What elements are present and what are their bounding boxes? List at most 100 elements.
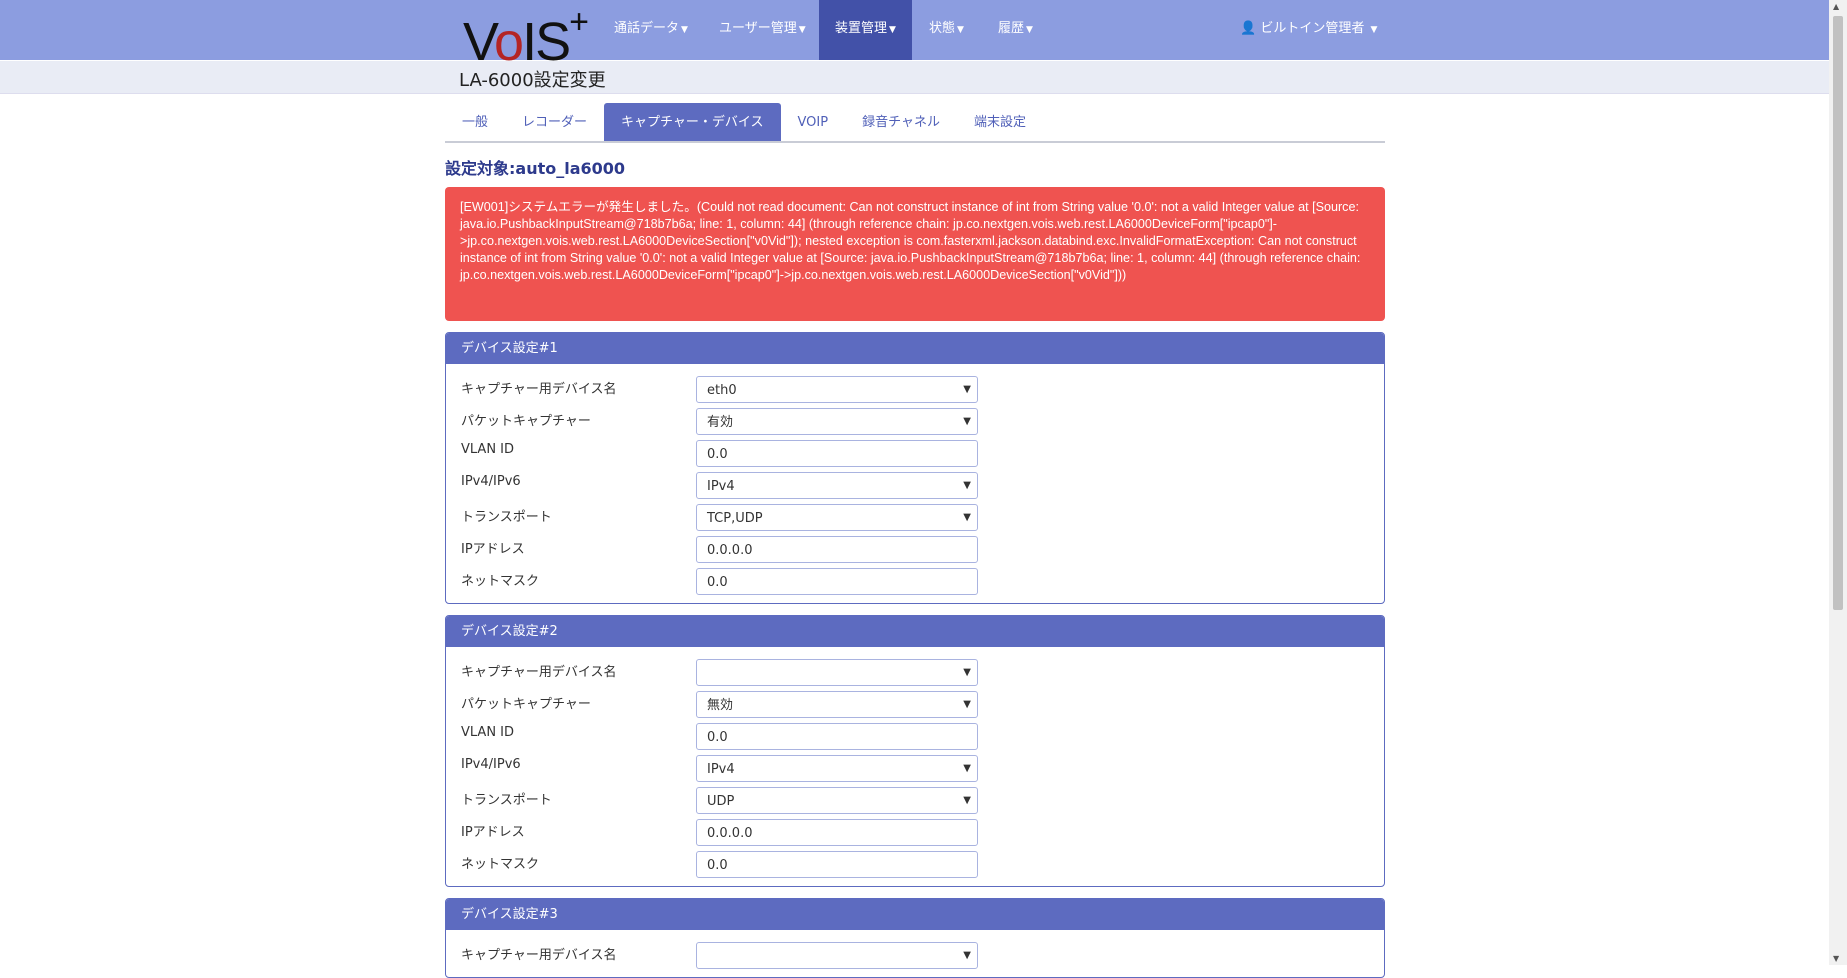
nav-status[interactable]: 状態 ▼: [915, 0, 978, 60]
field-label: IPv4/IPv6: [461, 474, 521, 489]
form-row: トランスポート UDP ▼: [446, 784, 1384, 816]
field-value: eth0: [707, 383, 737, 398]
field-input[interactable]: 0.0: [696, 568, 978, 595]
form-row: パケットキャプチャー 無効 ▼: [446, 688, 1384, 720]
field-input[interactable]: 0.0.0.0: [696, 819, 978, 846]
form-row: IPv4/IPv6 IPv4 ▼: [446, 469, 1384, 501]
dropdown-arrow-icon: ▼: [963, 512, 971, 523]
nav-label: 履歴: [998, 21, 1025, 36]
settings-tabs: 一般 レコーダー キャプチャー・デバイス VOIP 録音チャネル 端末設定: [445, 103, 1385, 143]
field-label: キャプチャー用デバイス名: [461, 665, 617, 680]
field-value: TCP,UDP: [707, 511, 763, 526]
field-label: ネットマスク: [461, 857, 540, 872]
form-row: IPアドレス 0.0.0.0: [446, 533, 1384, 565]
device-panels: デバイス設定#1 キャプチャー用デバイス名 eth0 ▼ パケットキャプチャー 有効 ▼ VL…: [445, 332, 1385, 978]
field-select[interactable]: TCP,UDP ▼: [696, 504, 978, 531]
form-row: VLAN ID 0.0: [446, 437, 1384, 469]
field-value: UDP: [707, 794, 735, 809]
field-label: IPv4/IPv6: [461, 757, 521, 772]
scrollbar-thumb[interactable]: [1833, 16, 1843, 610]
nav-label: 装置管理: [835, 21, 888, 36]
dropdown-arrow-icon: ▼: [963, 384, 971, 395]
user-icon: 👤: [1240, 21, 1257, 36]
dropdown-arrow-icon: ▼: [963, 795, 971, 806]
panel-title: デバイス設定#3: [446, 899, 1384, 930]
field-label: VLAN ID: [461, 725, 515, 740]
field-value: 0.0.0.0: [707, 543, 753, 558]
field-input[interactable]: 0.0: [696, 851, 978, 878]
device-settings-panel: デバイス設定#3 キャプチャー用デバイス名 ▼: [445, 898, 1385, 978]
field-value: 無効: [707, 698, 734, 713]
tab-5[interactable]: 端末設定: [957, 103, 1043, 141]
field-label: キャプチャー用デバイス名: [461, 382, 617, 397]
dropdown-arrow-icon: ▼: [963, 699, 971, 710]
nav-call-data[interactable]: 通話データ ▼: [600, 0, 702, 60]
caret-down-icon: ▼: [1370, 25, 1378, 35]
tab-4[interactable]: 録音チャネル: [845, 103, 957, 141]
error-alert: [EW001]システムエラーが発生しました。(Could not read do…: [445, 187, 1385, 321]
field-input[interactable]: 0.0: [696, 723, 978, 750]
field-input[interactable]: 0.0.0.0: [696, 536, 978, 563]
nav-user-management[interactable]: ユーザー管理 ▼: [705, 0, 820, 60]
scroll-down-icon[interactable]: ▼: [1833, 954, 1839, 963]
device-settings-panel: デバイス設定#1 キャプチャー用デバイス名 eth0 ▼ パケットキャプチャー 有効 ▼ VL…: [445, 332, 1385, 604]
field-label: IPアドレス: [461, 542, 525, 557]
main-content: 一般 レコーダー キャプチャー・デバイス VOIP 録音チャネル 端末設定 設定対象:au…: [445, 103, 1385, 978]
field-value: 0.0.0.0: [707, 826, 753, 841]
caret-down-icon: ▼: [889, 25, 896, 35]
form-row: トランスポート TCP,UDP ▼: [446, 501, 1384, 533]
tab-2[interactable]: キャプチャー・デバイス: [604, 103, 781, 141]
caret-down-icon: ▼: [957, 25, 964, 35]
nav-history[interactable]: 履歴 ▼: [984, 0, 1047, 60]
vertical-scrollbar[interactable]: ▲ ▼: [1829, 0, 1847, 965]
user-menu[interactable]: 👤 ビルトイン管理者 ▼: [1226, 0, 1391, 60]
form-row: キャプチャー用デバイス名 ▼: [446, 656, 1384, 688]
field-select[interactable]: 有効 ▼: [696, 408, 978, 435]
dropdown-arrow-icon: ▼: [963, 667, 971, 678]
field-label: IPアドレス: [461, 825, 525, 840]
form-row: キャプチャー用デバイス名 ▼: [446, 939, 1384, 971]
field-value: IPv4: [707, 762, 735, 777]
field-select[interactable]: UDP ▼: [696, 787, 978, 814]
field-label: トランスポート: [461, 510, 552, 525]
field-value: IPv4: [707, 479, 735, 494]
nav-label: 通話データ: [614, 21, 680, 36]
tab-1[interactable]: レコーダー: [505, 103, 604, 141]
field-select[interactable]: 無効 ▼: [696, 691, 978, 718]
dropdown-arrow-icon: ▼: [963, 480, 971, 491]
field-value: 0.0: [707, 730, 728, 745]
nav-label: 状態: [929, 21, 956, 36]
page-title: LA-6000設定変更: [459, 70, 606, 91]
dropdown-arrow-icon: ▼: [963, 950, 971, 961]
page-header: LA-6000設定変更: [0, 61, 1829, 94]
field-select[interactable]: ▼: [696, 659, 978, 686]
field-label: トランスポート: [461, 793, 552, 808]
dropdown-arrow-icon: ▼: [963, 763, 971, 774]
field-value: 0.0: [707, 447, 728, 462]
field-select[interactable]: eth0 ▼: [696, 376, 978, 403]
form-row: ネットマスク 0.0: [446, 565, 1384, 597]
form-row: IPv4/IPv6 IPv4 ▼: [446, 752, 1384, 784]
field-label: ネットマスク: [461, 574, 540, 589]
dropdown-arrow-icon: ▼: [963, 416, 971, 427]
field-value: 0.0: [707, 858, 728, 873]
form-row: VLAN ID 0.0: [446, 720, 1384, 752]
field-select[interactable]: IPv4 ▼: [696, 755, 978, 782]
nav-label: ユーザー管理: [719, 21, 797, 36]
caret-down-icon: ▼: [1026, 25, 1033, 35]
user-name: ビルトイン管理者: [1260, 21, 1365, 36]
field-label: キャプチャー用デバイス名: [461, 948, 617, 963]
vois-logo[interactable]: VoIS+: [463, 2, 589, 70]
field-input[interactable]: 0.0: [696, 440, 978, 467]
field-value: 有効: [707, 415, 734, 430]
tab-3[interactable]: VOIP: [781, 103, 846, 141]
scroll-up-icon[interactable]: ▲: [1833, 2, 1839, 11]
field-select[interactable]: IPv4 ▼: [696, 472, 978, 499]
field-label: パケットキャプチャー: [461, 414, 591, 429]
nav-device-management[interactable]: 装置管理 ▼: [819, 0, 912, 60]
panel-title: デバイス設定#1: [446, 333, 1384, 364]
device-settings-panel: デバイス設定#2 キャプチャー用デバイス名 ▼ パケットキャプチャー 無効 ▼ VLAN I…: [445, 615, 1385, 887]
setting-target: 設定対象:auto_la6000: [445, 159, 626, 178]
field-value: 0.0: [707, 575, 728, 590]
tab-0[interactable]: 一般: [445, 103, 505, 141]
